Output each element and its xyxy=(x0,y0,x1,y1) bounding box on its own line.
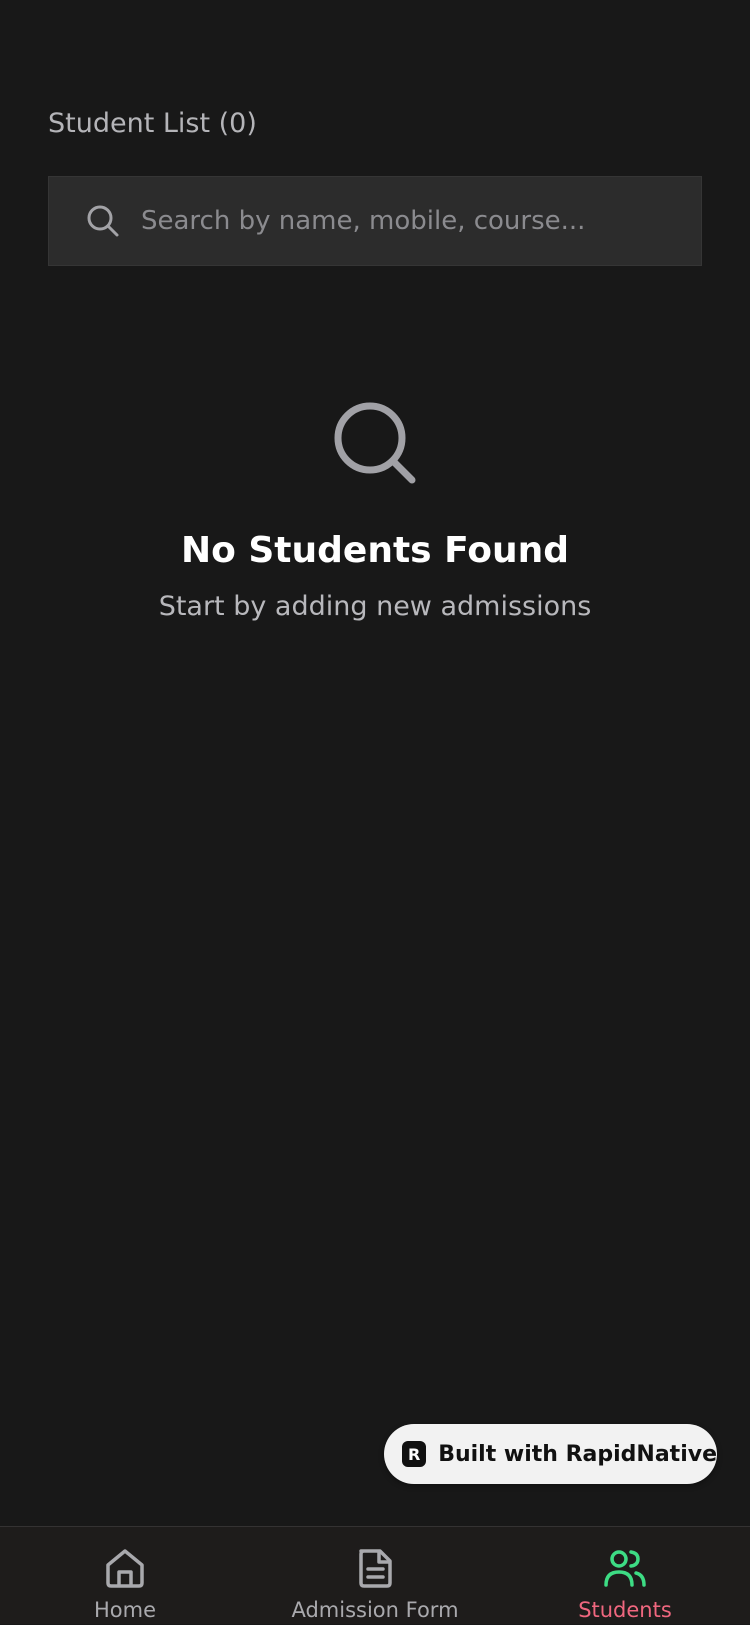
search-icon xyxy=(85,203,121,239)
tab-students-label: Students xyxy=(578,1598,672,1622)
tab-admission-form[interactable]: Admission Form xyxy=(285,1527,465,1625)
page-title: Student List (0) xyxy=(48,108,257,139)
tab-home-label: Home xyxy=(93,1598,156,1622)
home-icon xyxy=(106,1549,144,1588)
built-with-label: Built with RapidNative xyxy=(438,1441,717,1467)
tab-students[interactable]: Students xyxy=(575,1527,675,1625)
built-with-badge[interactable]: R Built with RapidNative xyxy=(384,1424,717,1484)
search-input[interactable] xyxy=(139,195,683,247)
users-icon xyxy=(604,1550,646,1587)
rapidnative-logo-icon: R xyxy=(402,1441,427,1467)
empty-state: No Students Found Start by adding new ad… xyxy=(0,400,750,626)
search-bar[interactable] xyxy=(48,176,702,266)
empty-state-title: No Students Found xyxy=(180,530,570,571)
empty-state-subtitle: Start by adding new admissions xyxy=(158,591,592,622)
search-icon xyxy=(334,402,416,484)
tab-admission-form-label: Admission Form xyxy=(291,1598,459,1622)
bottom-tab-bar: Home Admission Form Students xyxy=(0,1526,750,1624)
tab-home[interactable]: Home xyxy=(80,1527,170,1625)
document-icon xyxy=(359,1549,392,1588)
